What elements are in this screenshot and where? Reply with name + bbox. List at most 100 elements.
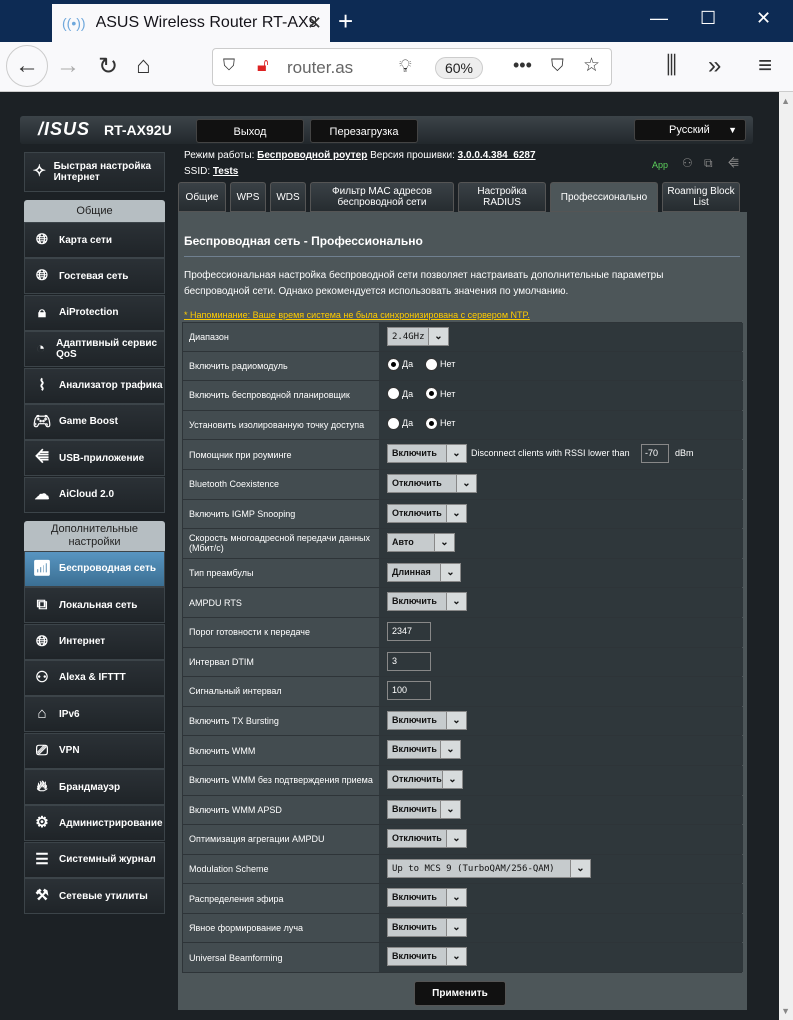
sidebar-item[interactable]: 📶︎ Беспроводная сеть xyxy=(24,550,165,587)
ntp-warning-link[interactable]: * Напоминание: Ваше время система не был… xyxy=(184,310,530,320)
tab-professional[interactable]: Профессионально xyxy=(550,182,658,212)
menu-icon[interactable]: ≡ xyxy=(758,52,772,80)
sidebar-item[interactable]: ⚒ Сетевые утилиты xyxy=(24,878,165,915)
reload-icon[interactable]: ↻ xyxy=(98,52,118,81)
sidebar-item[interactable]: 🌐︎ Карта сети xyxy=(24,222,165,258)
bookmark-star-icon[interactable]: ☆ xyxy=(583,54,600,77)
sidebar-item-label: Alexa & IFTTT xyxy=(59,672,126,684)
sidebar-item[interactable]: 🎮︎ Game Boost xyxy=(24,403,165,440)
home-icon[interactable]: ⌂ xyxy=(136,52,151,80)
sidebar-item[interactable]: 🌐︎ Гостевая сеть xyxy=(24,258,165,295)
language-select[interactable]: Русский ▼ xyxy=(634,119,746,141)
setting-select[interactable]: Включить ⌄ xyxy=(387,888,467,908)
setting-label: Порог готовности к передаче xyxy=(183,617,379,647)
radio-circle-icon[interactable] xyxy=(425,387,438,401)
pocket-icon[interactable]: ⛉ xyxy=(551,56,564,76)
setting-select[interactable]: Включить ⌄ xyxy=(387,947,467,967)
setting-select[interactable]: Включить ⌄ xyxy=(387,799,461,819)
setting-input[interactable]: 2347 xyxy=(387,621,431,641)
setting-select[interactable]: Включить ⌄ xyxy=(387,740,461,760)
setting-select[interactable]: Отключить ⌄ xyxy=(387,829,467,849)
back-icon[interactable]: ← xyxy=(6,45,48,87)
tab-roaming-block-list[interactable]: Roaming Block List xyxy=(662,182,740,212)
sidebar-item[interactable]: 🌐︎ Интернет xyxy=(24,623,165,660)
setting-select[interactable]: Авто ⌄ xyxy=(387,533,455,553)
sidebar-item[interactable]: ⚙ Администрирование xyxy=(24,805,165,842)
usb-status-icon[interactable]: ⭅ xyxy=(728,156,739,171)
sidebar-item[interactable]: ⭅ USB-приложение xyxy=(24,440,165,477)
page-scrollbar[interactable] xyxy=(779,92,793,1020)
sidebar-item[interactable]: 🔥︎ Брандмауэр xyxy=(24,769,165,806)
clients-icon[interactable]: ⚇ xyxy=(682,156,693,170)
chevron-down-icon: ⌄ xyxy=(428,328,448,345)
maximize-icon[interactable]: ☐ xyxy=(700,8,716,29)
close-tab-icon[interactable]: ✕ xyxy=(307,13,322,34)
ssid-value[interactable]: Tests xyxy=(213,166,238,177)
tab-general[interactable]: Общие xyxy=(178,182,226,212)
setting-select[interactable]: 2.4GHz ⌄ xyxy=(387,327,449,346)
sidebar-item[interactable]: ◔ Адаптивный сервис QoS xyxy=(24,331,165,368)
setting-select[interactable]: Включить ⌄ xyxy=(387,592,467,612)
sidebar-item[interactable]: ☁ AiCloud 2.0 xyxy=(24,476,165,513)
setting-select[interactable]: Включить ⌄ xyxy=(387,444,467,464)
setting-select[interactable]: Отключить ⌄ xyxy=(387,503,467,523)
zoom-level[interactable]: 60% xyxy=(435,57,483,79)
sidebar-item[interactable]: ☰ Системный журнал xyxy=(24,841,165,878)
sidebar-item-label: IPv6 xyxy=(59,708,80,720)
lightbulb-icon[interactable]: 💡︎ xyxy=(399,56,412,77)
reboot-button[interactable]: Перезагрузка xyxy=(310,119,418,143)
radio-yes[interactable]: Да xyxy=(387,416,413,430)
setting-select[interactable]: Up to MCS 9 (TurboQAM/256-QAM) ⌄ xyxy=(387,858,591,878)
close-window-icon[interactable]: ✕ xyxy=(756,8,771,29)
radio-circle-icon[interactable] xyxy=(387,357,400,371)
scroll-up-icon[interactable]: ▲ xyxy=(781,96,790,106)
setting-select[interactable]: Включить ⌄ xyxy=(387,917,467,937)
minimize-icon[interactable]: — xyxy=(650,8,668,29)
rssi-input[interactable]: -70 xyxy=(641,444,669,464)
mode-value[interactable]: Беспроводной роутер xyxy=(257,150,367,161)
quick-setup-item[interactable]: ✧ Быстрая настройка Интернет xyxy=(24,152,165,192)
radio-circle-icon[interactable] xyxy=(425,357,438,371)
radio-circle-icon[interactable] xyxy=(387,416,400,430)
apply-button[interactable]: Применить xyxy=(414,981,506,1006)
radio-yes[interactable]: Да xyxy=(387,357,413,371)
app-label[interactable]: App xyxy=(652,160,668,170)
radio-circle-icon[interactable] xyxy=(425,416,438,430)
radio-no[interactable]: Нет xyxy=(425,416,455,430)
network-icon[interactable]: ⧉ xyxy=(704,156,713,171)
sidebar-item[interactable]: ⎚ VPN xyxy=(24,732,165,769)
sidebar-item[interactable]: ⌇ Анализатор трафика xyxy=(24,367,165,404)
insecure-lock-icon[interactable]: 🔓︎ xyxy=(257,55,269,76)
radio-no[interactable]: Нет xyxy=(425,387,455,401)
tab-mac-filter[interactable]: Фильтр MAC адресов беспроводной сети xyxy=(310,182,454,212)
setting-select[interactable]: Длинная ⌄ xyxy=(387,562,461,582)
library-icon[interactable]: ⫼ xyxy=(666,52,677,80)
setting-select[interactable]: Включить ⌄ xyxy=(387,710,467,730)
shield-icon[interactable]: ⛉ xyxy=(223,57,235,75)
sidebar-item[interactable]: ⚇ Alexa & IFTTT xyxy=(24,659,165,696)
scroll-down-icon[interactable]: ▼ xyxy=(781,1006,790,1016)
tab-radius[interactable]: Настройка RADIUS xyxy=(458,182,546,212)
radio-no[interactable]: Нет xyxy=(425,357,455,371)
more-icon[interactable]: ••• xyxy=(513,55,532,76)
url-bar[interactable]: ⛉ 🔓︎ router.as 💡︎ 60% ••• ⛉ ☆ xyxy=(212,48,612,86)
tab-wds[interactable]: WDS xyxy=(270,182,306,212)
setting-select[interactable]: Отключить ⌄ xyxy=(387,473,477,493)
fw-value[interactable]: 3.0.0.4.384_6287 xyxy=(458,150,536,161)
radio-circle-icon[interactable] xyxy=(387,387,400,401)
tab-wps[interactable]: WPS xyxy=(230,182,266,212)
logout-button[interactable]: Выход xyxy=(196,119,304,143)
browser-tab[interactable]: ((•)) ASUS Wireless Router RT-AX92U ✕ xyxy=(52,4,330,42)
overflow-icon[interactable]: » xyxy=(708,52,721,80)
url-text[interactable]: router.as xyxy=(287,58,353,78)
sidebar-item[interactable]: ⧉ Локальная сеть xyxy=(24,587,165,624)
setting-input[interactable]: 3 xyxy=(387,651,431,671)
new-tab-icon[interactable]: + xyxy=(338,6,353,37)
setting-label: Тип преамбулы xyxy=(183,558,379,588)
sidebar-item[interactable]: 🔒︎ AiProtection xyxy=(24,294,165,331)
setting-select[interactable]: Отключить ⌄ xyxy=(387,769,463,789)
setting-input[interactable]: 100 xyxy=(387,681,431,701)
forward-icon[interactable]: → xyxy=(56,52,80,80)
sidebar-item[interactable]: ⌂ IPv6 xyxy=(24,696,165,733)
radio-yes[interactable]: Да xyxy=(387,387,413,401)
